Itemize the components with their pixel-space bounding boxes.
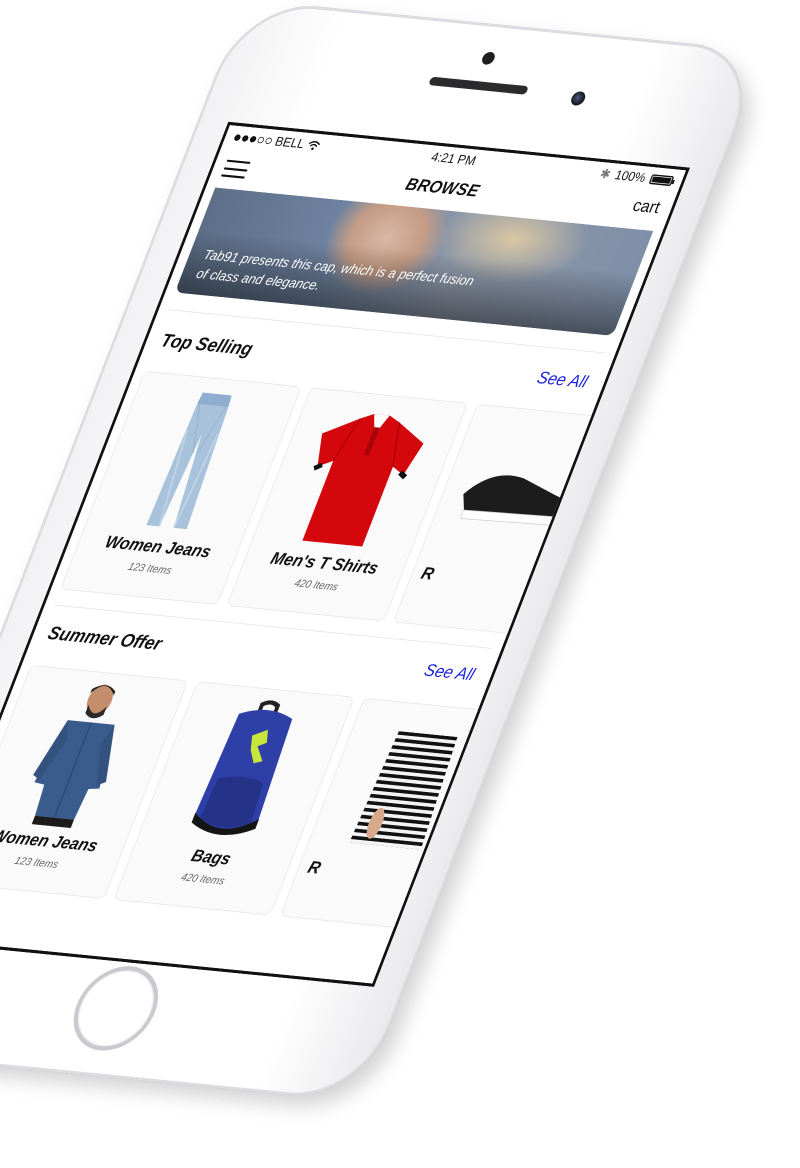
status-right: ✱ 100% <box>598 166 676 188</box>
front-camera <box>569 90 588 107</box>
app-screen: BELL 4:21 PM ✱ 100% BROWSE cart Tab91 pr… <box>0 124 687 984</box>
summer-offer-product-row[interactable]: Women Jeans 123 Items Bags 420 Items R <box>0 664 616 940</box>
earpiece-speaker <box>428 76 529 95</box>
phone-screen: BELL 4:21 PM ✱ 100% BROWSE cart Tab91 pr… <box>0 121 690 987</box>
battery-icon <box>648 173 675 186</box>
battery-percent: 100% <box>612 167 649 185</box>
phone-body: BELL 4:21 PM ✱ 100% BROWSE cart Tab91 pr… <box>0 0 765 1102</box>
phone: BELL 4:21 PM ✱ 100% BROWSE cart Tab91 pr… <box>0 0 765 1102</box>
product-name: R <box>418 563 438 584</box>
product-name: R <box>305 857 324 878</box>
section-title-summer-offer: Summer Offer <box>44 621 166 655</box>
stage: BELL 4:21 PM ✱ 100% BROWSE cart Tab91 pr… <box>0 0 800 1168</box>
proximity-sensor <box>480 51 497 66</box>
see-all-top-selling-link[interactable]: See All <box>534 368 590 392</box>
home-button[interactable] <box>60 962 172 1055</box>
top-selling-product-row[interactable]: Women Jeans 123 Items Men's T Shirts 420… <box>60 370 686 646</box>
section-title-top-selling: Top Selling <box>157 329 257 360</box>
see-all-summer-offer-link[interactable]: See All <box>421 661 477 685</box>
